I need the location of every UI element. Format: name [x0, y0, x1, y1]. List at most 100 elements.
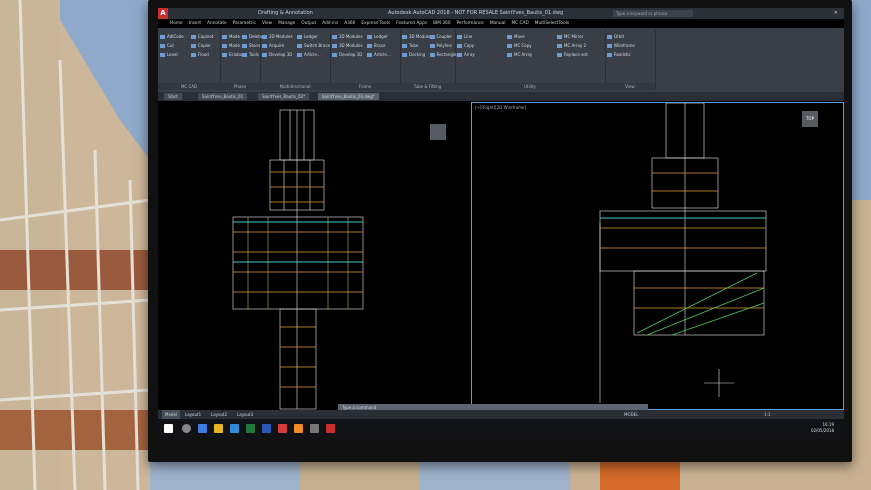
file-tab[interactable]: SaintYves_Bautis_02* — [258, 93, 310, 100]
ribbon-panel-title[interactable]: View — [605, 83, 655, 90]
ribbon-tool-button[interactable]: Orbit — [607, 34, 624, 40]
ribbon-panel-title[interactable]: Tube & Fitting — [400, 83, 455, 90]
scaffold-front-drawing — [232, 109, 364, 410]
autocad-taskbar-icon[interactable] — [326, 424, 335, 433]
ribbon-tool-button[interactable]: Coupler — [430, 34, 453, 40]
ribbon-tool-button[interactable]: 3D Modules — [402, 34, 433, 40]
ribbon-tool-button[interactable]: Polyline — [430, 43, 452, 49]
viewport-right[interactable]: [+][Right][2D Wireframe] TOP — [471, 102, 844, 410]
ribbon-tool-button[interactable]: Develop 3D — [332, 52, 362, 58]
layout-tab[interactable]: Layout2 — [208, 410, 230, 419]
ribbon-tool-button[interactable]: Mode — [222, 43, 240, 49]
ribbon-tool-button[interactable]: 2D Modules — [262, 34, 293, 40]
ribbon-tool-button[interactable]: Replace ent. — [557, 52, 589, 58]
ribbon-tab[interactable]: Insert — [189, 20, 201, 28]
app-icon[interactable] — [310, 424, 319, 433]
ribbon-tool-button[interactable]: Brace — [367, 43, 386, 49]
app-icon[interactable] — [246, 424, 255, 433]
ribbon-panel-title[interactable]: Phase — [220, 83, 260, 90]
layout-tab[interactable]: Layout3 — [234, 410, 256, 419]
ribbon-tool-button[interactable]: Flood — [191, 52, 209, 58]
close-icon[interactable]: ✕ — [834, 8, 838, 19]
ribbon-tool-button[interactable]: MC Array 2 — [557, 43, 586, 49]
search-icon[interactable] — [182, 424, 191, 433]
ribbon-panel-title[interactable]: Multidirectional — [260, 83, 330, 90]
layout-tab[interactable]: Layout1 — [182, 410, 204, 419]
file-tab-start[interactable]: Start — [164, 93, 182, 100]
ribbon-tool-button[interactable]: Tools — [242, 52, 259, 58]
app-icon[interactable] — [262, 424, 271, 433]
ribbon-tool-button[interactable]: 3D Modules — [332, 43, 363, 49]
ribbon-tool-button[interactable]: Ledger — [297, 34, 318, 40]
ribbon-tool-button[interactable]: Docking — [402, 52, 425, 58]
viewport-label[interactable]: [+][Right][2D Wireframe] — [475, 105, 526, 110]
ribbon-tool-button[interactable]: Array — [457, 52, 475, 58]
file-tab-active[interactable]: SaintYves_Bautis_01.dwg* — [318, 93, 379, 100]
ribbon-tool-button[interactable]: Tube — [402, 43, 418, 49]
ribbon-tool-button[interactable]: Wireframe — [607, 43, 635, 49]
app-icon[interactable] — [278, 424, 287, 433]
ribbon-tool-button[interactable]: Article... — [367, 52, 391, 58]
autocad-screen: A Drafting & Annotation Autodesk AutoCAD… — [158, 8, 844, 438]
ribbon-tab[interactable]: Featured Apps — [396, 20, 427, 28]
ribbon-tab[interactable]: Manual — [490, 20, 506, 28]
app-icon[interactable] — [198, 424, 207, 433]
file-tabs: Start SaintYves_Bautis_01 SaintYves_Baut… — [158, 92, 844, 101]
ribbon-tool-button[interactable]: Copy — [457, 43, 474, 49]
ribbon-tool-button[interactable]: Level — [160, 52, 178, 58]
ribbon-tool-button[interactable]: MC Mirror — [557, 34, 583, 40]
ribbon-tool-button[interactable]: Eclobo — [222, 52, 242, 58]
ribbon-tool-button[interactable]: Mode — [222, 34, 240, 40]
ribbon-tool-button[interactable]: 2D Modules — [332, 34, 363, 40]
ribbon-tool-button[interactable]: Copinot — [191, 34, 213, 40]
file-tab[interactable]: SaintYves_Bautis_01 — [198, 93, 248, 100]
ribbon-tab[interactable]: Parametric — [233, 20, 256, 28]
ribbon-tool-button[interactable]: Acquire — [262, 43, 284, 49]
autocad-logo[interactable]: A — [158, 8, 168, 19]
ribbon-tool-button[interactable]: Cut — [160, 43, 174, 49]
folder-icon[interactable] — [214, 424, 223, 433]
windows-start-icon[interactable] — [164, 424, 173, 433]
ribbon-tool-button[interactable]: Stairs — [242, 43, 260, 49]
ribbon-tool-button[interactable]: AltiCode — [160, 34, 184, 40]
ribbon-tab[interactable]: MultiSelectTools — [535, 20, 569, 28]
ribbon-tab[interactable]: MC CAD — [511, 20, 528, 28]
ribbon-tab[interactable]: Manage — [278, 20, 295, 28]
ribbon-tool-button[interactable]: Article... — [297, 52, 321, 58]
ribbon-tool-button[interactable]: MC Copy — [507, 43, 532, 49]
ribbon-panel-title[interactable]: Utility — [455, 83, 605, 90]
viewcube-left[interactable] — [430, 124, 446, 140]
ribbon-tab[interactable]: Annotate — [207, 20, 227, 28]
annotation-scale[interactable]: 1:1 — [764, 410, 770, 419]
layout-tab-model[interactable]: Model — [162, 410, 181, 419]
ribbon-tool-button[interactable]: Line — [457, 34, 472, 40]
ribbon-tab[interactable]: BIM 360 — [433, 20, 451, 28]
ribbon-tool-button[interactable]: Switch Brace — [297, 43, 330, 49]
ribbon-tab[interactable]: Home — [170, 20, 183, 28]
ribbon-tab[interactable]: Add-ins — [322, 20, 338, 28]
app-icon[interactable] — [294, 424, 303, 433]
app-icon[interactable] — [230, 424, 239, 433]
ribbon-tab[interactable]: Express Tools — [361, 20, 390, 28]
ribbon-tool-button[interactable]: Move — [507, 34, 525, 40]
model-space-button[interactable]: MODEL — [624, 410, 638, 419]
search-input[interactable]: Type a keyword or phrase — [613, 10, 693, 17]
viewcube-right[interactable]: TOP — [802, 111, 818, 127]
ribbon-tab[interactable]: View — [262, 20, 272, 28]
ribbon-panel-title[interactable]: Frame — [330, 83, 400, 90]
windows-taskbar: 16:19 02/05/2018 — [158, 419, 844, 438]
ribbon-panel: Orbit Wireframe Realistic View — [605, 30, 656, 90]
ribbon-panel: AltiCode Cut Level Copinot Copier Flood MC CAD — [158, 30, 221, 90]
viewport-left[interactable] — [158, 102, 471, 410]
workspace-selector[interactable]: Drafting & Annotation — [258, 8, 313, 19]
ribbon-tool-button[interactable]: Rectangle — [430, 52, 457, 58]
ribbon-panel-title[interactable]: MC CAD — [158, 83, 220, 90]
ribbon-tool-button[interactable]: Copier — [191, 43, 211, 49]
ribbon-tab[interactable]: A360 — [344, 20, 355, 28]
ribbon-tool-button[interactable]: Realistic — [607, 52, 631, 58]
ribbon-tool-button[interactable]: MC Array — [507, 52, 532, 58]
ribbon-tab[interactable]: Performance — [457, 20, 484, 28]
ribbon-tab[interactable]: Output — [301, 20, 316, 28]
ribbon-tool-button[interactable]: Ledger — [367, 34, 388, 40]
ribbon-tool-button[interactable]: Develop 3D — [262, 52, 292, 58]
